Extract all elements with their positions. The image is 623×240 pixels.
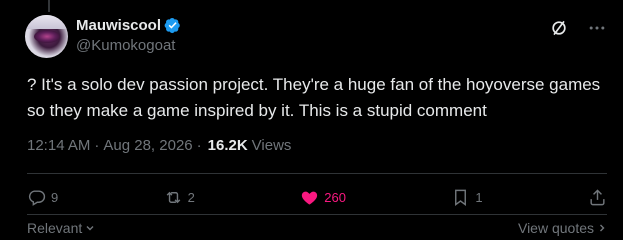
post-date[interactable]: Aug 28, 2026	[103, 137, 192, 154]
post-time[interactable]: 12:14 AM	[27, 137, 90, 154]
views-label: Views	[251, 137, 292, 154]
more-options-icon[interactable]	[587, 18, 607, 38]
reply-button[interactable]: 9	[27, 188, 58, 207]
reply-count: 9	[51, 189, 59, 205]
avatar-hair	[25, 15, 68, 29]
like-count: 260	[324, 189, 346, 205]
thread-connector-line	[48, 0, 50, 12]
divider-bottom	[27, 214, 607, 215]
post-text: ? It's a solo dev passion project. They'…	[27, 75, 601, 120]
avatar-eye	[34, 30, 60, 43]
view-quotes-link[interactable]: View quotes	[518, 220, 607, 236]
replies-footer: Relevant View quotes	[27, 220, 607, 236]
repost-button[interactable]: 2	[164, 188, 195, 207]
chevron-down-icon	[86, 226, 94, 231]
grok-icon[interactable]	[549, 18, 569, 38]
post-top-actions	[549, 18, 607, 38]
views-count[interactable]: 16.2K	[208, 137, 248, 154]
bookmark-button[interactable]: 1	[451, 188, 483, 207]
post-header: Mauwiscool @Kumokogoat	[76, 15, 181, 54]
sort-label: Relevant	[27, 220, 83, 236]
post-meta: 12:14 AM · Aug 28, 2026 · 16.2K Views	[27, 137, 291, 154]
heart-filled-icon	[302, 191, 318, 205]
display-name[interactable]: Mauwiscool	[76, 17, 161, 34]
meta-separator: ·	[94, 137, 100, 154]
like-button[interactable]: 260	[300, 188, 346, 207]
verified-badge-icon[interactable]	[164, 17, 181, 34]
action-bar: 9 2 260 1	[27, 184, 607, 210]
repost-icon	[166, 191, 180, 203]
share-icon	[590, 188, 605, 205]
bookmark-icon	[455, 189, 467, 206]
author-handle[interactable]: @Kumokogoat	[76, 37, 181, 54]
chevron-right-icon	[600, 224, 605, 232]
divider-top	[27, 173, 607, 174]
repost-count: 2	[187, 189, 195, 205]
sort-dropdown[interactable]: Relevant	[27, 220, 95, 236]
reply-icon	[28, 189, 46, 206]
share-button[interactable]	[588, 188, 607, 207]
name-row: Mauwiscool	[76, 15, 181, 35]
avatar[interactable]	[25, 15, 68, 58]
view-quotes-label: View quotes	[517, 220, 594, 236]
bookmark-count: 1	[475, 189, 483, 205]
meta-separator-2: ·	[196, 137, 202, 154]
